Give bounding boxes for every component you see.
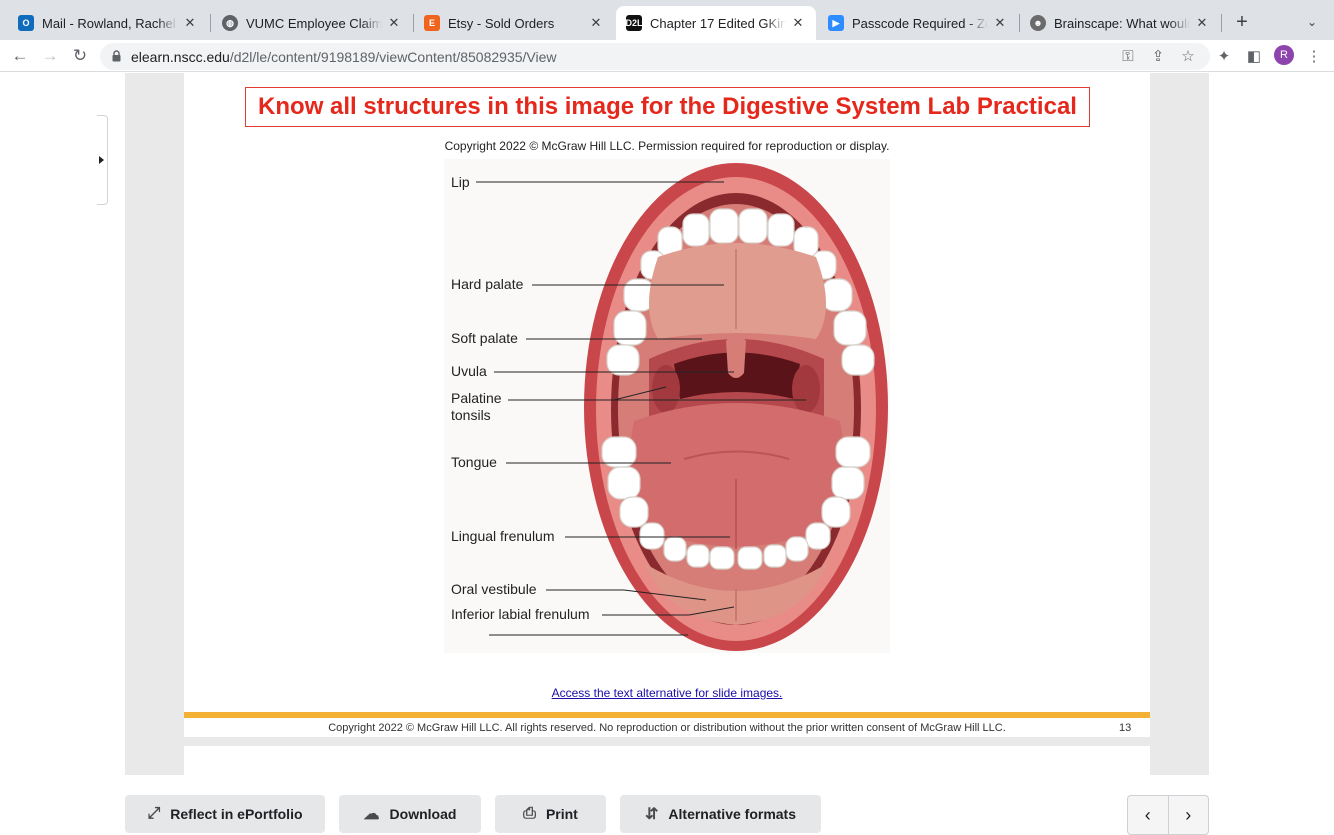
lock-icon [112, 50, 121, 62]
tab-title: VUMC Employee Claim [246, 15, 382, 31]
close-tab-icon[interactable]: ✕ [386, 15, 402, 31]
eportfolio-icon: ⤢ [147, 805, 161, 822]
next-topic-chevron-icon[interactable]: › [1169, 796, 1209, 834]
close-tab-icon[interactable]: ✕ [588, 15, 604, 31]
next-slide-preview [184, 746, 1150, 776]
tab-title: Etsy - Sold Orders [448, 15, 555, 31]
label-tonsils: tonsils [451, 407, 491, 423]
alternative-formats-icon: ⇵ [645, 806, 659, 823]
label-tongue: Tongue [451, 454, 497, 470]
share-icon[interactable]: ⇪ [1146, 44, 1170, 68]
tab-search-chevron-icon[interactable]: ⌄ [1302, 12, 1322, 32]
tab-title: Chapter 17 Edited GKing - D2L [650, 15, 786, 31]
side-panel-icon[interactable]: ◧ [1242, 44, 1266, 68]
url-host: elearn.nscc.edu [131, 49, 230, 65]
alternative-formats-button[interactable]: ⇵ Alternative formats [620, 795, 821, 833]
tab-vumc-claim[interactable]: ◍ VUMC Employee Claim ✕ [212, 6, 412, 40]
figure-labels: Lip Hard palate Soft palate Uvula Palati… [444, 159, 890, 653]
label-lip: Lip [451, 174, 470, 190]
globe-icon: ◍ [222, 15, 238, 31]
brainscape-icon: ☻ [1030, 15, 1046, 31]
label-oral-vestibule: Oral vestibule [451, 581, 537, 597]
copyright-notice-top: Copyright 2022 © McGraw Hill LLC. Permis… [444, 139, 890, 153]
tab-title: Mail - Rowland, Rachel - Outlook [42, 15, 178, 31]
d2l-icon: D2L [626, 15, 643, 31]
close-tab-icon[interactable]: ✕ [790, 15, 806, 31]
browser-menu-kebab-icon[interactable]: ⋮ [1302, 44, 1326, 68]
content-viewer: Know all structures in this image for th… [0, 73, 1334, 835]
tab-title: Passcode Required - Zoom [852, 15, 988, 31]
close-tab-icon[interactable]: ✕ [182, 15, 198, 31]
extensions-puzzle-icon[interactable]: ✦ [1212, 44, 1236, 68]
url-text: elearn.nscc.edu/d2l/le/content/9198189/v… [131, 49, 557, 65]
address-bar[interactable]: elearn.nscc.edu/d2l/le/content/9198189/v… [100, 43, 1210, 70]
alternative-formats-label: Alternative formats [668, 806, 796, 822]
close-tab-icon[interactable]: ✕ [1194, 15, 1210, 31]
footer-accent-bar [184, 712, 1150, 718]
slide-page: Know all structures in this image for th… [184, 73, 1150, 737]
previous-topic-chevron-icon[interactable]: ‹ [1128, 796, 1169, 834]
new-tab-button[interactable]: + [1230, 10, 1254, 34]
topic-pager: ‹ › [1127, 795, 1209, 835]
download-button[interactable]: ☁ Download [339, 795, 481, 833]
tab-zoom-passcode[interactable]: ▶ Passcode Required - Zoom ✕ [818, 6, 1018, 40]
etsy-icon: E [424, 15, 440, 31]
label-hard-palate: Hard palate [451, 276, 524, 292]
text-alternative-link[interactable]: Access the text alternative for slide im… [184, 686, 1150, 700]
content-action-bar: ⤢ Reflect in ePortfolio ☁ Download ⎙ Pri… [0, 775, 1334, 835]
profile-avatar[interactable]: R [1274, 45, 1294, 65]
tab-d2l-chapter-17[interactable]: D2L Chapter 17 Edited GKing - D2L ✕ [616, 6, 816, 40]
slide-number: 13 [1119, 722, 1132, 734]
browser-tab-strip: O Mail - Rowland, Rachel - Outlook ✕ ◍ V… [0, 0, 1334, 40]
print-button[interactable]: ⎙ Print [495, 795, 606, 833]
download-label: Download [389, 806, 457, 822]
back-button[interactable]: ← [8, 44, 32, 68]
tab-title: Brainscape: What would you [1054, 15, 1190, 31]
bookmark-star-icon[interactable]: ☆ [1176, 44, 1200, 68]
label-palatine: Palatine [451, 390, 502, 406]
printer-icon: ⎙ [523, 805, 536, 822]
reload-button[interactable]: ↻ [68, 44, 92, 68]
reflect-eportfolio-button[interactable]: ⤢ Reflect in ePortfolio [125, 795, 325, 833]
expand-caret-icon [99, 156, 104, 164]
toc-toggle-handle[interactable] [97, 115, 108, 205]
label-uvula: Uvula [451, 363, 487, 379]
tab-outlook-mail[interactable]: O Mail - Rowland, Rachel - Outlook ✕ [8, 6, 208, 40]
forward-button[interactable]: → [38, 44, 62, 68]
print-label: Print [545, 806, 578, 822]
tab-etsy-orders[interactable]: E Etsy - Sold Orders ✕ [414, 6, 614, 40]
label-inferior-labial-frenulum: Inferior labial frenulum [451, 606, 590, 622]
label-soft-palate: Soft palate [451, 330, 518, 346]
tab-brainscape[interactable]: ☻ Brainscape: What would you ✕ [1020, 6, 1220, 40]
copyright-notice-bottom: Copyright 2022 © McGraw Hill LLC. All ri… [328, 722, 1006, 734]
close-tab-icon[interactable]: ✕ [992, 15, 1008, 31]
outlook-icon: O [18, 15, 34, 31]
label-lingual-frenulum: Lingual frenulum [451, 528, 555, 544]
browser-toolbar: ← → ↻ elearn.nscc.edu/d2l/le/content/919… [0, 40, 1334, 72]
url-path: /d2l/le/content/9198189/viewContent/8508… [229, 49, 557, 65]
reflect-label: Reflect in ePortfolio [170, 806, 303, 822]
cloud-download-icon: ☁ [363, 806, 380, 823]
zoom-icon: ▶ [828, 15, 844, 31]
key-icon[interactable]: ⚿ [1116, 44, 1140, 68]
slide-headline: Know all structures in this image for th… [245, 87, 1090, 127]
